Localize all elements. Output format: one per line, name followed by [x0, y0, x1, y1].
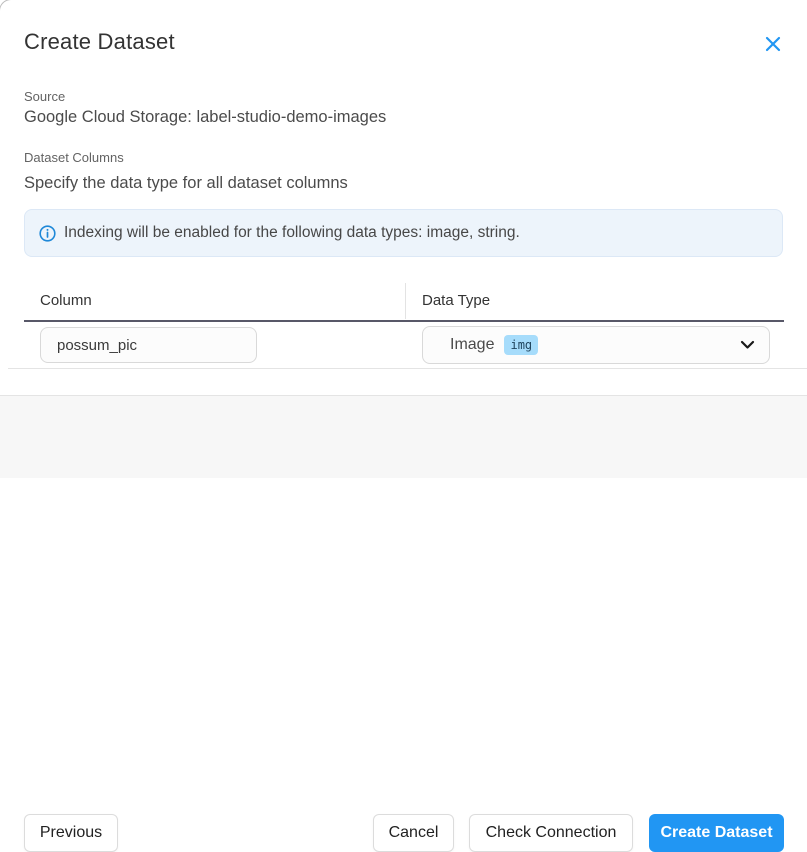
modal-footer: Previous Cancel Check Connection Create …: [0, 395, 807, 852]
table-header-data-type: Data Type: [422, 292, 491, 309]
close-button[interactable]: [761, 32, 785, 56]
table-header-column: Column: [40, 292, 92, 309]
data-type-value: Image: [450, 336, 495, 353]
indexing-info-banner: Indexing will be enabled for the followi…: [24, 209, 783, 257]
table-row-rule: [8, 368, 807, 369]
previous-button[interactable]: Previous: [24, 814, 118, 852]
check-connection-button[interactable]: Check Connection: [469, 814, 633, 852]
info-circle-icon: [39, 224, 56, 242]
create-dataset-button[interactable]: Create Dataset: [649, 814, 784, 852]
page-title: Create Dataset: [24, 29, 175, 54]
table-header-divider: [405, 283, 406, 319]
dataset-columns-description: Specify the data type for all dataset co…: [24, 174, 348, 192]
indexing-info-text: Indexing will be enabled for the followi…: [64, 224, 520, 241]
cancel-button[interactable]: Cancel: [373, 814, 454, 852]
source-value: Google Cloud Storage: label-studio-demo-…: [24, 108, 387, 126]
dataset-columns-label: Dataset Columns: [24, 150, 124, 165]
chevron-down-icon: [740, 340, 755, 350]
data-type-select[interactable]: Image img: [422, 326, 770, 364]
table-header-rule: [24, 320, 784, 322]
modal-rounded-corner: [0, 0, 14, 14]
data-type-tag-badge: img: [504, 335, 539, 355]
close-icon: [764, 35, 782, 53]
column-name-input[interactable]: [40, 327, 257, 363]
source-label: Source: [24, 89, 66, 104]
